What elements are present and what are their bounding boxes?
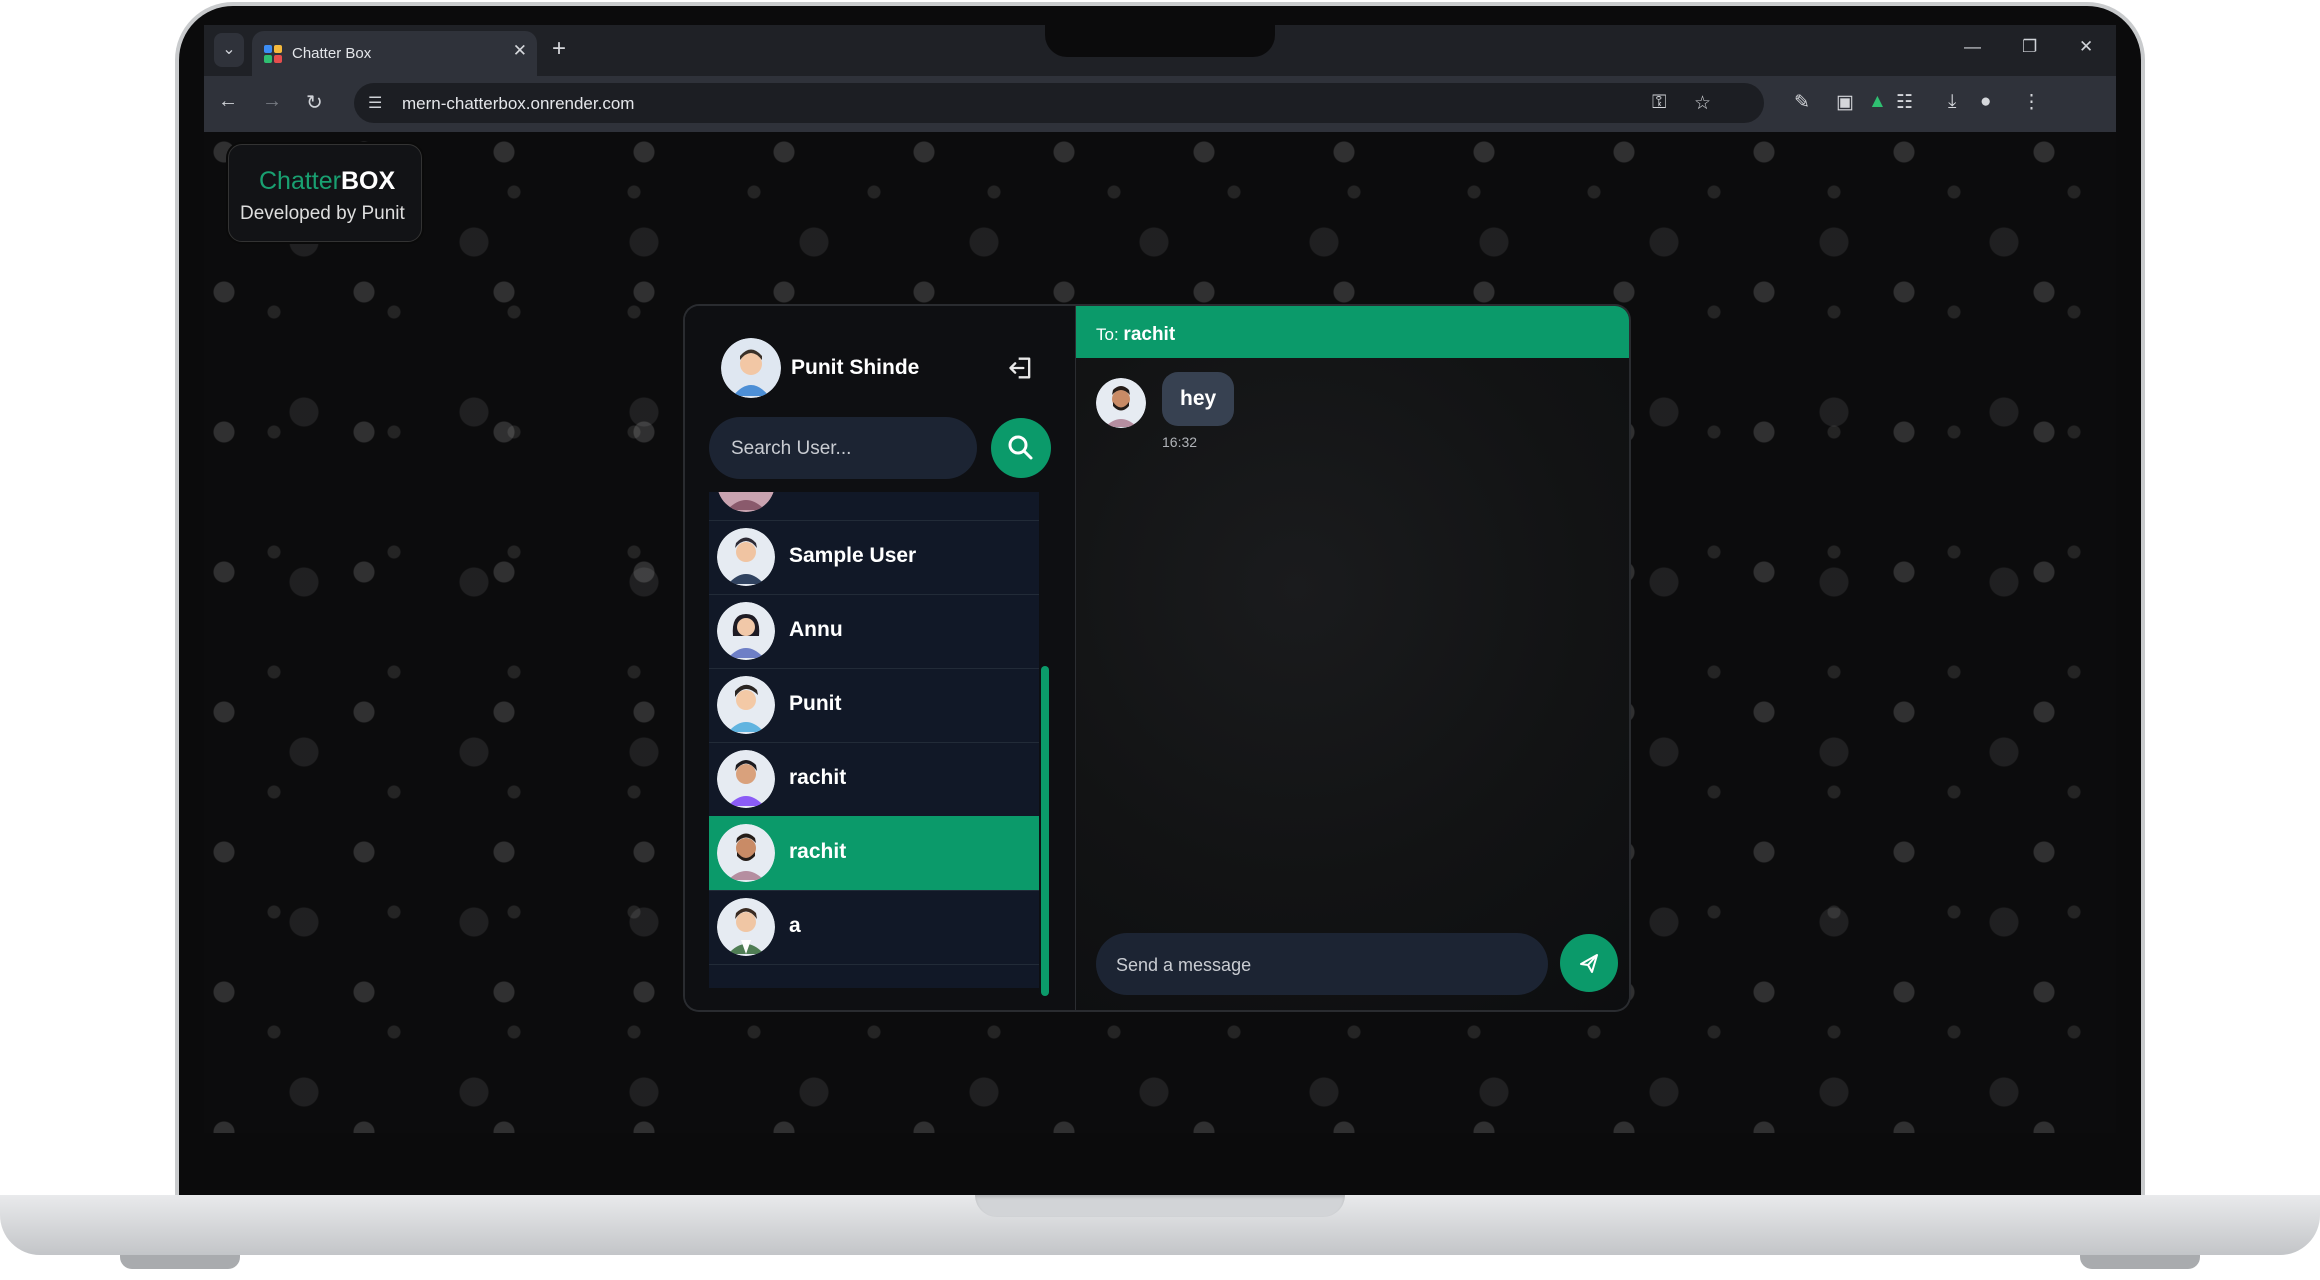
browser-window: ⌄ Chatter Box ✕ + — ❐ ✕ ← → ↻ ☰ mern-cha…: [204, 25, 2116, 1133]
message-composer: [1096, 933, 1548, 995]
tab-search-chevron-icon[interactable]: ⌄: [214, 33, 244, 67]
chat-header: To: rachit: [1076, 306, 1629, 358]
list-item[interactable]: rachit: [709, 742, 1039, 817]
user-name: Sample User: [789, 544, 917, 567]
bookmark-star-icon[interactable]: ☆: [1694, 92, 1711, 115]
notion-extension-icon[interactable]: ▣: [1836, 91, 1854, 114]
user-list-scrollbar[interactable]: [1041, 666, 1049, 996]
user-avatar: [717, 528, 775, 586]
laptop-foot-right: [2080, 1255, 2200, 1269]
user-name: a: [789, 914, 801, 937]
current-user-avatar: [721, 338, 781, 398]
chat-recipient: To: rachit: [1096, 324, 1175, 346]
app-page: ChatterBOX Developed by Punit Punit Shin…: [204, 132, 2116, 1133]
search-input[interactable]: [729, 431, 963, 467]
message-sender-avatar: [1096, 378, 1146, 428]
restore-icon[interactable]: ❐: [2022, 37, 2037, 57]
brand-title-part2: BOX: [340, 167, 396, 195]
message-text: hey: [1180, 387, 1217, 410]
laptop-foot-left: [120, 1255, 240, 1269]
list-item-selected[interactable]: rachit: [709, 816, 1039, 891]
site-info-icon[interactable]: ☰: [368, 93, 382, 113]
user-avatar: [717, 750, 775, 808]
minimize-icon[interactable]: —: [1964, 37, 1981, 57]
search-icon: [1008, 435, 1033, 460]
user-avatar: [717, 824, 775, 882]
new-tab-icon[interactable]: +: [552, 35, 566, 63]
user-avatar: [718, 492, 774, 512]
url-text: mern-chatterbox.onrender.com: [402, 94, 635, 113]
send-icon: [1580, 954, 1598, 973]
user-avatar: [717, 676, 775, 734]
brand-subtitle: Developed by Punit: [240, 203, 405, 224]
browser-tab[interactable]: Chatter Box ✕: [252, 31, 537, 76]
address-bar[interactable]: ☰ mern-chatterbox.onrender.com ⚿ ☆: [354, 83, 1764, 123]
sidebar: Punit Shinde Search User... Sample User …: [685, 306, 1076, 1010]
tab-title: Chatter Box: [292, 45, 372, 62]
logout-icon[interactable]: [1007, 354, 1035, 382]
laptop-lid-notch: [975, 1195, 1345, 1217]
list-item-partial[interactable]: [709, 492, 1039, 521]
brand-title-part1: Chatter: [259, 167, 341, 195]
extensions-puzzle-icon[interactable]: ☷: [1896, 91, 1913, 114]
search-box: [709, 417, 977, 479]
list-item[interactable]: Punit: [709, 668, 1039, 743]
user-name: Annu: [789, 618, 843, 641]
toolbar: ← → ↻ ☰ mern-chatterbox.onrender.com ⚿ ☆…: [204, 76, 2116, 132]
user-avatar: [717, 898, 775, 956]
password-key-icon[interactable]: ⚿: [1652, 92, 1666, 114]
download-icon[interactable]: ⤓: [1948, 91, 1956, 113]
forward-icon[interactable]: →: [262, 90, 282, 113]
search-button[interactable]: [991, 418, 1051, 478]
message-input[interactable]: [1114, 947, 1518, 983]
favicon-icon: [264, 45, 282, 63]
chat-panel: To: rachit hey 16:32: [1076, 306, 1629, 1010]
list-item[interactable]: a: [709, 890, 1039, 965]
close-window-icon[interactable]: ✕: [2079, 37, 2093, 57]
close-tab-icon[interactable]: ✕: [513, 41, 527, 61]
user-list[interactable]: Sample User Annu Punit rachit rachit a: [709, 492, 1039, 988]
message-timestamp: 16:32: [1162, 434, 1198, 450]
camera-notch: [1045, 25, 1275, 57]
user-name: Punit: [789, 692, 842, 715]
back-icon[interactable]: ←: [218, 90, 238, 113]
chat-app-card: Punit Shinde Search User... Sample User …: [685, 306, 1629, 1010]
list-item[interactable]: Annu: [709, 594, 1039, 669]
user-avatar: [717, 602, 775, 660]
user-name: rachit: [789, 840, 847, 863]
green-extension-icon[interactable]: ▲: [1868, 91, 1887, 113]
recipient-name: rachit: [1123, 324, 1176, 345]
eyedropper-extension-icon[interactable]: ✎: [1794, 91, 1810, 114]
profile-avatar-icon[interactable]: ●: [1980, 91, 1991, 113]
reload-icon[interactable]: ↻: [306, 90, 323, 115]
menu-kebab-icon[interactable]: ⋮: [2022, 91, 2041, 114]
to-label: To:: [1096, 325, 1119, 344]
list-item[interactable]: Sample User: [709, 520, 1039, 595]
brand-title: ChatterBOX: [259, 167, 395, 196]
brand-badge: ChatterBOX Developed by Punit: [228, 144, 422, 242]
user-name: rachit: [789, 766, 847, 789]
message-bubble: hey: [1162, 372, 1234, 426]
send-button[interactable]: [1560, 934, 1618, 992]
current-user-name: Punit Shinde: [791, 356, 920, 379]
